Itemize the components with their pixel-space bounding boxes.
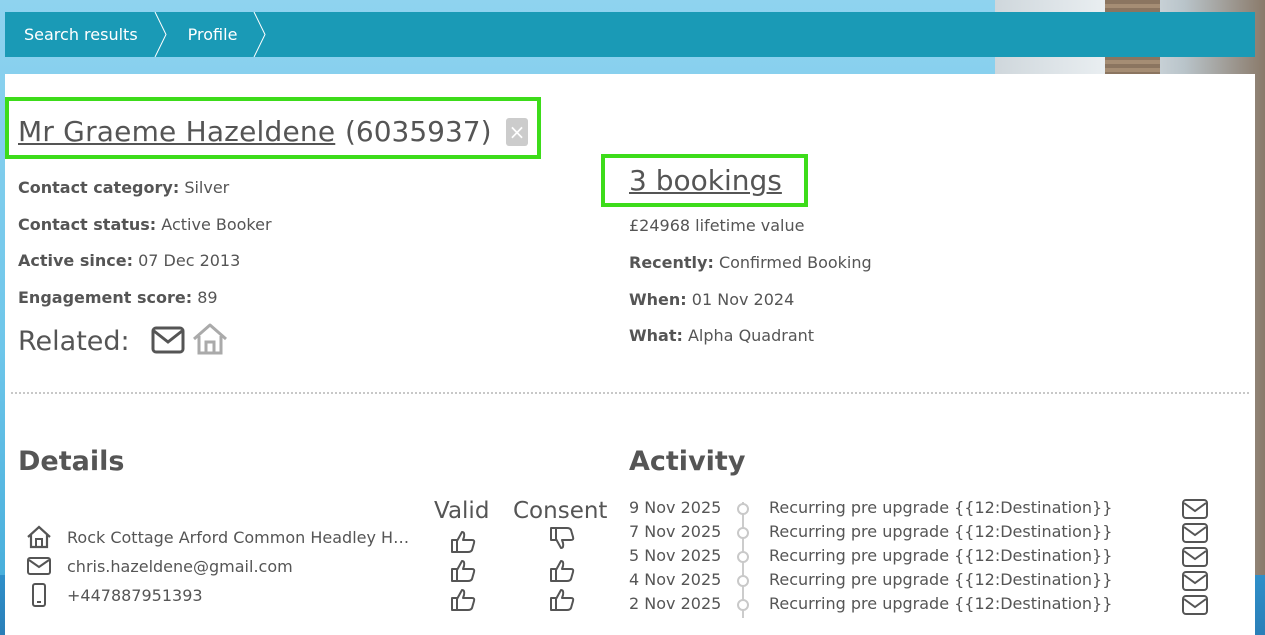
breadcrumb-separator-icon: [253, 12, 266, 57]
activity-text: Recurring pre upgrade {{12:Destination}}: [769, 522, 1113, 541]
lifetime-value: £24968 lifetime value: [629, 216, 805, 235]
envelope-icon[interactable]: [1182, 571, 1208, 591]
delete-contact-icon[interactable]: ×: [506, 118, 528, 146]
breadcrumb-search-results[interactable]: Search results: [5, 12, 167, 57]
breadcrumb-label: Profile: [187, 25, 238, 44]
thumbs-down-icon[interactable]: [549, 527, 575, 551]
activity-text: Recurring pre upgrade {{12:Destination}}: [769, 546, 1113, 565]
field-value: Alpha Quadrant: [687, 326, 815, 345]
consent-column-header: Consent: [513, 498, 608, 524]
field-label: Recently:: [629, 253, 714, 272]
contact-id: (6035937): [345, 115, 492, 148]
timeline-dot: [737, 575, 749, 587]
thumbs-up-icon[interactable]: [549, 558, 575, 582]
field-label: When:: [629, 290, 687, 309]
detail-row-email: chris.hazeldene@gmail.com: [25, 554, 293, 578]
detail-row-address: Rock Cottage Arford Common Headley Hamps…: [25, 525, 412, 549]
engagement-score: Engagement score: 89: [18, 288, 218, 307]
envelope-icon[interactable]: [1182, 499, 1208, 519]
field-value: 89: [197, 288, 218, 307]
mobile-phone-icon: [25, 583, 53, 607]
related-label: Related:: [18, 326, 130, 357]
home-icon[interactable]: [191, 322, 229, 356]
field-label: What:: [629, 326, 683, 345]
when: When: 01 Nov 2024: [629, 290, 794, 309]
activity-date: 5 Nov 2025: [629, 546, 722, 565]
field-label: Active since:: [18, 251, 133, 270]
activity-date: 7 Nov 2025: [629, 522, 722, 541]
address-text: Rock Cottage Arford Common Headley Hamps…: [67, 527, 412, 547]
contact-category: Contact category: Silver: [18, 178, 229, 197]
field-label: Contact status:: [18, 215, 157, 234]
activity-date: 2 Nov 2025: [629, 594, 722, 613]
detail-row-phone: +447887951393: [25, 583, 203, 607]
envelope-icon[interactable]: [1182, 523, 1208, 543]
thumbs-up-icon[interactable]: [450, 558, 476, 582]
field-label: Contact category:: [18, 178, 180, 197]
breadcrumb: Search results Profile: [5, 12, 1255, 57]
bookings-link[interactable]: 3 bookings: [629, 164, 782, 197]
envelope-icon: [25, 554, 53, 578]
field-value: 07 Dec 2013: [138, 251, 241, 270]
active-since: Active since: 07 Dec 2013: [18, 251, 240, 270]
field-value: Confirmed Booking: [718, 253, 872, 272]
activity-date: 4 Nov 2025: [629, 570, 722, 589]
field-value: Active Booker: [161, 215, 272, 234]
envelope-icon[interactable]: [151, 326, 185, 354]
recently: Recently: Confirmed Booking: [629, 253, 872, 272]
valid-column-header: Valid: [434, 498, 490, 524]
activity-text: Recurring pre upgrade {{12:Destination}}: [769, 498, 1113, 517]
timeline-dot: [737, 527, 749, 539]
activity-date: 9 Nov 2025: [629, 498, 722, 517]
contact-name-link[interactable]: Mr Graeme Hazeldene: [18, 115, 335, 148]
timeline-dot: [737, 599, 749, 611]
what: What: Alpha Quadrant: [629, 326, 814, 345]
activity-text: Recurring pre upgrade {{12:Destination}}: [769, 570, 1113, 589]
breadcrumb-label: Search results: [24, 25, 138, 44]
activity-heading: Activity: [629, 446, 746, 477]
field-value: Silver: [184, 178, 230, 197]
profile-panel: Mr Graeme Hazeldene (6035937) × Contact …: [5, 74, 1255, 635]
contact-status: Contact status: Active Booker: [18, 215, 272, 234]
envelope-icon[interactable]: [1182, 547, 1208, 567]
field-value: 01 Nov 2024: [691, 290, 795, 309]
field-label: Engagement score:: [18, 288, 193, 307]
email-text: chris.hazeldene@gmail.com: [67, 556, 293, 576]
activity-text: Recurring pre upgrade {{12:Destination}}: [769, 594, 1113, 613]
phone-text: +447887951393: [67, 585, 203, 605]
envelope-icon[interactable]: [1182, 595, 1208, 615]
thumbs-up-icon[interactable]: [450, 529, 476, 553]
thumbs-up-icon[interactable]: [549, 587, 575, 611]
breadcrumb-profile[interactable]: Profile: [162, 12, 266, 57]
home-icon: [25, 525, 53, 549]
timeline-dot: [737, 503, 749, 515]
details-heading: Details: [18, 446, 125, 477]
thumbs-up-icon[interactable]: [450, 587, 476, 611]
section-divider: [11, 392, 1249, 394]
timeline-dot: [737, 551, 749, 563]
